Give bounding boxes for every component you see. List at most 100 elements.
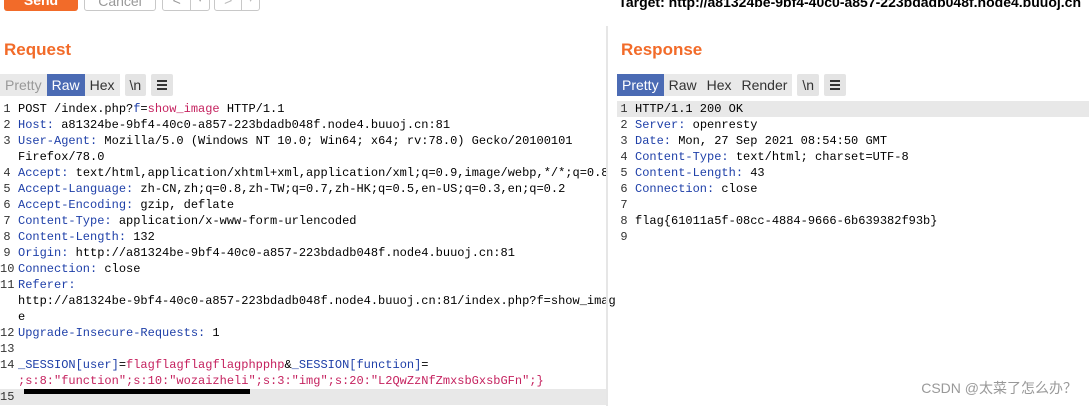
header-name: Date: [635,134,672,148]
line-number: 3 [3,134,11,148]
header-name: Accept-Language: [18,182,134,196]
line-number: 14 [0,358,15,372]
back-nav-group[interactable]: < ▾ [162,0,210,11]
line-number: 1 [620,102,628,116]
send-button[interactable]: Send [4,0,78,11]
code-line[interactable]: e [0,309,606,325]
response-tab-newline[interactable]: \n [797,73,820,96]
code-line[interactable]: 5 Accept-Language: zh-CN,zh;q=0.8,zh-TW;q… [0,181,606,197]
code-line[interactable]: 1 HTTP/1.1 200 OK [617,101,1089,117]
header-name: Content-Type: [18,214,112,228]
line-number: 7 [3,214,11,228]
line-number: 10 [0,262,15,276]
code-line[interactable]: 12 Upgrade-Insecure-Requests: 1 [0,325,606,341]
code-text: 1 [205,326,220,340]
code-line[interactable]: 9 [617,229,1089,245]
hamburger-menu-icon[interactable] [824,73,847,96]
code-line[interactable]: 7 [617,197,1089,213]
line-text: Server: openresty [635,117,757,133]
request-title: Request [4,40,72,59]
line-text: Date: Mon, 27 Sep 2021 08:54:50 GMT [635,133,887,149]
request-editor[interactable]: 1 POST /index.php?f=show_image HTTP/1.1 2 H… [0,101,616,405]
code-line[interactable]: 10 Connection: close [0,261,606,277]
forward-button[interactable]: > [215,0,243,10]
code-text: 132 [126,230,155,244]
line-text: ;s:8:"function";s:10:"wozaizheli";s:3:"i… [18,373,544,389]
forward-dropdown-icon[interactable]: ▾ [242,0,259,10]
line-text: Connection: close [18,261,140,277]
forward-nav-group[interactable]: > ▾ [214,0,260,11]
line-number: 9 [620,230,628,244]
code-line[interactable]: 2 Host: a81324be-9bf4-40c0-a857-223bdadb0… [0,117,606,133]
code-line[interactable]: Firefox/78.0 [0,149,606,165]
header-name: Accept: [18,166,69,180]
line-text: flag{61011a5f-08cc-4884-9666-6b639382f93… [635,213,937,229]
code-text: HTTP/1.1 200 OK [635,102,744,116]
line-text: Accept: text/html,application/xhtml+xml,… [18,165,609,181]
code-text: flag{61011a5f-08cc-4884-9666-6b639382f93… [635,214,938,228]
line-number: 3 [620,134,628,148]
line-text: User-Agent: Mozilla/5.0 (Windows NT 10.0… [18,133,573,149]
cancel-button[interactable]: Cancel [84,0,156,11]
header-name: Referer: [18,278,76,292]
code-text: close [714,182,758,196]
line-number: 9 [3,246,11,260]
code-line[interactable]: 7 Content-Type: application/x-www-form-ur… [0,213,606,229]
code-line[interactable]: 5 Content-Length: 43 [617,165,1089,181]
top-toolbar: Send Cancel < ▾ > ▾ Target: http://a8132… [0,0,1089,14]
code-line[interactable]: 13 [0,341,606,357]
code-line[interactable]: 3 Date: Mon, 27 Sep 2021 08:54:50 GMT [617,133,1089,149]
header-name: Content-Type: [635,150,729,164]
code-line[interactable]: ;s:8:"function";s:10:"wozaizheli";s:3:"i… [0,373,606,389]
code-line[interactable]: http://a81324be-9bf4-40c0-a857-223bdadb0… [0,293,616,309]
code-line[interactable]: 8 Content-Length: 132 [0,229,606,245]
line-number: 5 [620,166,628,180]
header-name: Origin: [18,246,69,260]
response-tab-pretty[interactable]: Pretty [617,73,664,96]
code-line[interactable]: 4 Accept: text/html,application/xhtml+xml… [0,165,609,181]
line-text: Content-Type: text/html; charset=UTF-8 [635,149,909,165]
line-text: Connection: close [635,181,757,197]
code-text: = [421,358,429,372]
line-number: 5 [3,182,11,196]
target-url: Target: http://a81324be-9bf4-40c0-a857-2… [618,0,1081,10]
code-text: application/x-www-form-urlencoded [111,214,357,228]
code-line[interactable]: 3 User-Agent: Mozilla/5.0 (Windows NT 10.… [0,133,606,149]
response-editor[interactable]: 1 HTTP/1.1 200 OK 2 Server: openresty 3 Date:… [617,101,1089,245]
line-text: Content-Length: 43 [635,165,765,181]
line-text: HTTP/1.1 200 OK [635,101,743,117]
line-number: 8 [620,214,628,228]
back-dropdown-icon[interactable]: ▾ [191,0,209,10]
line-number: 11 [0,278,15,292]
code-line[interactable]: 2 Server: openresty [617,117,1089,133]
code-text: & [284,358,292,372]
code-text: = [140,102,148,116]
request-tab-newline[interactable]: \n [124,73,147,96]
response-tab-hex[interactable]: Hex [701,73,737,96]
header-name: Upgrade-Insecure-Requests: [18,326,206,340]
back-button[interactable]: < [163,0,192,10]
line-number: 15 [0,390,15,404]
request-tab-pretty[interactable]: Pretty [0,73,47,96]
request-tab-raw[interactable]: Raw [46,73,85,96]
code-line[interactable]: 8 flag{61011a5f-08cc-4884-9666-6b639382f9… [617,213,1089,229]
selection-highlight [24,389,250,394]
code-line[interactable]: 4 Content-Type: text/html; charset=UTF-8 [617,149,1089,165]
header-name: Server: [635,118,686,132]
code-text: text/html,application/xhtml+xml,applicat… [68,166,609,180]
code-line[interactable]: 6 Accept-Encoding: gzip, deflate [0,197,606,213]
header-name: User-Agent: [18,134,98,148]
watermark: CSDN @太菜了怎么办？ [921,380,1077,396]
response-tab-render[interactable]: Render [736,73,793,96]
code-line[interactable]: 11 Referer: [0,277,606,293]
panel-divider[interactable] [606,26,608,406]
line-text: Accept-Language: zh-CN,zh;q=0.8,zh-TW;q=… [18,181,565,197]
code-line[interactable]: 6 Connection: close [617,181,1089,197]
code-line[interactable]: 14 _SESSION[user]=flagflagflagflagphpphp&… [0,357,606,373]
code-line[interactable]: 1 POST /index.php?f=show_image HTTP/1.1 [0,101,606,117]
code-text: http://a81324be-9bf4-40c0-a857-223bdadb0… [68,246,515,260]
response-tab-raw[interactable]: Raw [663,73,702,96]
request-tab-hex[interactable]: Hex [84,73,120,96]
code-line[interactable]: 9 Origin: http://a81324be-9bf4-40c0-a857-… [0,245,606,261]
hamburger-menu-icon[interactable] [151,73,174,96]
